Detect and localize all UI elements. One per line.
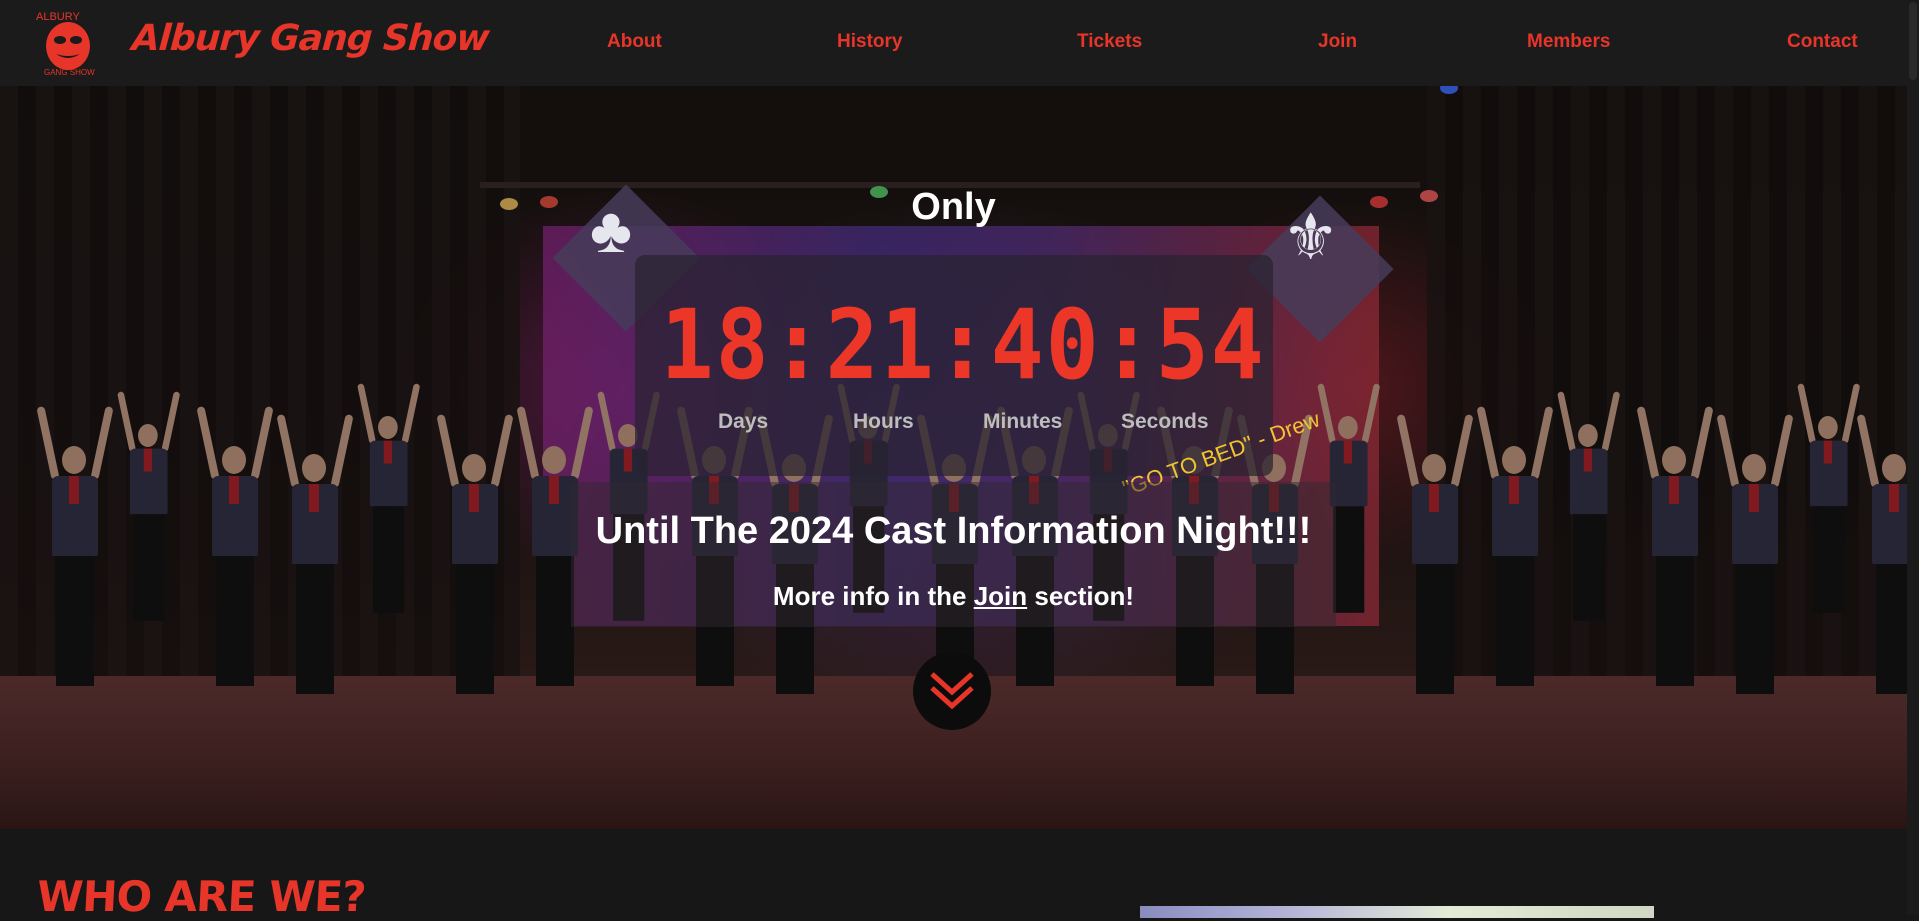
more-info-suffix: section!	[1027, 581, 1135, 611]
countdown-unit-seconds: Seconds	[1121, 410, 1209, 433]
countdown-panel: 18:21:40:54	[635, 255, 1273, 476]
theatre-mask-logo-icon[interactable]: ALBURY GANG SHOW	[30, 6, 104, 78]
scrollbar-thumb[interactable]	[1909, 2, 1917, 80]
countdown-unit-hours: Hours	[853, 410, 914, 433]
site-header: ALBURY GANG SHOW Albury Gang Show About …	[0, 0, 1919, 86]
countdown-digits: 18:21:40:54	[660, 289, 1266, 401]
nav-join[interactable]: Join	[1318, 31, 1357, 53]
more-info-prefix: More info in the	[772, 581, 974, 611]
more-info-line: More info in the Join section!	[0, 581, 1907, 612]
section-image	[1140, 906, 1654, 918]
page-scrollbar[interactable]	[1907, 0, 1919, 915]
nav-members[interactable]: Members	[1527, 31, 1610, 53]
scroll-down-button[interactable]	[913, 652, 991, 730]
logo-text-top: ALBURY	[36, 11, 80, 23]
nav-history[interactable]: History	[837, 31, 902, 53]
section-heading: WHO ARE WE?	[35, 872, 367, 921]
double-chevron-down-icon	[930, 672, 974, 710]
join-link[interactable]: Join	[974, 581, 1027, 611]
nav-tickets[interactable]: Tickets	[1077, 31, 1142, 53]
nav-contact[interactable]: Contact	[1787, 31, 1858, 53]
logo-text-bottom: GANG SHOW	[44, 68, 95, 77]
site-brand[interactable]: Albury Gang Show	[131, 18, 491, 59]
hero-headline: Until The 2024 Cast Information Night!!!	[595, 510, 1312, 552]
countdown-prefix: Only	[911, 186, 996, 228]
countdown-unit-days: Days	[718, 410, 769, 433]
countdown-unit-minutes: Minutes	[983, 410, 1063, 433]
nav-about[interactable]: About	[607, 31, 662, 53]
